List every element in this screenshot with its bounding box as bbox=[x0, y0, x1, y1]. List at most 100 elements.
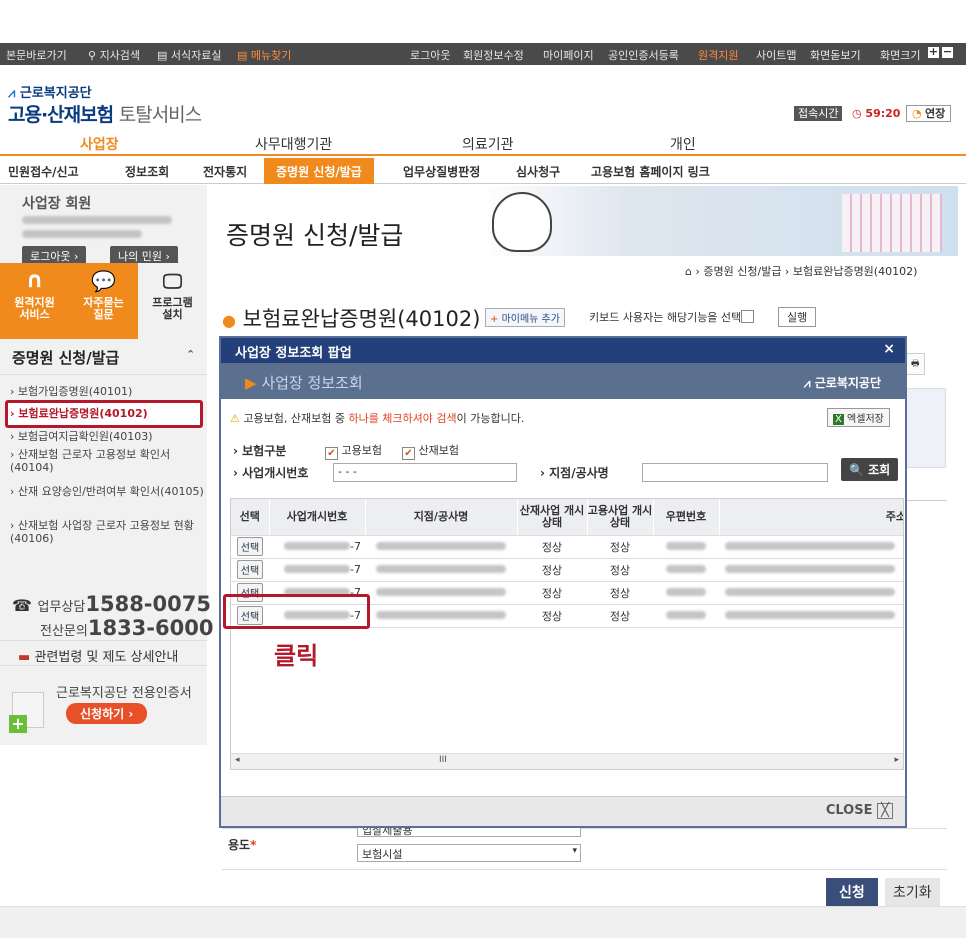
collapse-icon: ⌃ bbox=[186, 348, 196, 361]
col-select: 선택 bbox=[231, 499, 270, 536]
sitemap-link[interactable]: 사이트맵 bbox=[756, 47, 796, 63]
law-link[interactable]: ▬ 관련법령 및 제도 상세안내 bbox=[0, 640, 207, 666]
font-size-label: 화면크기 bbox=[880, 49, 921, 62]
table-row: 선택 -7 정상 정상 bbox=[231, 558, 903, 582]
purpose-label: 용도* bbox=[228, 838, 257, 852]
menu-item-40102[interactable]: › 보험료완납증명원(40102) bbox=[10, 407, 205, 420]
main-nav-agency[interactable]: 사무대행기관 bbox=[255, 134, 332, 154]
purpose-row bbox=[222, 828, 947, 870]
quick-remote-support[interactable]: ∩ 원격지원 서비스 bbox=[0, 263, 69, 339]
subnav-review[interactable]: 심사청구 bbox=[516, 163, 560, 180]
results-grid[interactable]: 선택 사업개시번호 지점/공사명 산재사업 개시상태 고용사업 개시상태 우편번… bbox=[230, 498, 904, 770]
main-nav: 사업장 사무대행기관 의료기관 개인 bbox=[0, 132, 966, 156]
edit-member-link[interactable]: 회원정보수정 bbox=[463, 47, 524, 63]
building-illustration bbox=[842, 194, 942, 252]
search-button[interactable]: 🔍 조회 bbox=[841, 458, 899, 481]
cert-apply-button[interactable]: 신청하기 › bbox=[66, 703, 148, 724]
skip-to-content-link[interactable]: 본문바로가기 bbox=[6, 47, 67, 63]
subnav-disease[interactable]: 업무상질병판정 bbox=[403, 163, 480, 180]
subnav-notice[interactable]: 전자통지 bbox=[203, 163, 247, 180]
reg-no-label: › 사업개시번호 bbox=[233, 466, 309, 480]
quick-faq[interactable]: 💬 자주묻는 질문 bbox=[69, 263, 138, 339]
dropdown-arrow-icon: ▾ bbox=[572, 846, 577, 856]
session-timer: 접속시간 ◷ 59:20 ◔ 연장 bbox=[794, 105, 952, 122]
menu-item-40104[interactable]: › 산재보험 근로자 고용정보 확인서(40104) bbox=[10, 448, 205, 474]
cert-menu-header[interactable]: 증명원 신청/발급 ⌃ bbox=[0, 339, 207, 375]
service-title: 고용·산재보험 토탈서비스 bbox=[8, 104, 202, 126]
branch-input[interactable] bbox=[642, 463, 828, 482]
page-title: ● 보험료완납증명원(40102) bbox=[222, 307, 481, 331]
home-icon: ⌂ bbox=[685, 265, 692, 278]
add-my-menu-button[interactable]: + 마이메뉴 추가 bbox=[485, 308, 565, 327]
col-postal: 우편번호 bbox=[653, 499, 720, 536]
subnav-petition[interactable]: 민원접수/신고 bbox=[8, 163, 79, 180]
extend-session-button[interactable]: ◔ 연장 bbox=[905, 105, 952, 122]
cert-register-link[interactable]: 공인인증서등록 bbox=[608, 47, 679, 63]
keyboard-note: 키보드 사용자는 해당기능을 선택 bbox=[589, 309, 755, 325]
magnifier-link[interactable]: 화면돋보기 bbox=[810, 47, 861, 63]
search-icon: 🔍 bbox=[849, 463, 864, 477]
member-info-redacted bbox=[22, 213, 172, 241]
main-nav-medical[interactable]: 의료기관 bbox=[462, 134, 514, 154]
quick-program[interactable]: 🖵 프로그램 설치 bbox=[138, 263, 207, 339]
keyboard-checkbox[interactable] bbox=[741, 310, 755, 323]
scroll-right-icon[interactable]: ▸ bbox=[894, 755, 899, 765]
character-illustration bbox=[492, 192, 552, 252]
scroll-left-icon[interactable]: ◂ bbox=[235, 755, 240, 765]
org-logo[interactable]: ⩘ 근로복지공단 bbox=[8, 82, 92, 101]
menu-item-40105[interactable]: › 산재 요양승인/반려여부 확인서(40105) bbox=[10, 485, 205, 498]
run-button[interactable]: 실행 bbox=[778, 307, 817, 327]
comwel-logo-icon: ⩘ bbox=[8, 86, 16, 101]
col-address: 주소 bbox=[719, 499, 903, 536]
mypage-link[interactable]: 마이페이지 bbox=[543, 47, 594, 63]
col-reg-no: 사업개시번호 bbox=[269, 499, 366, 536]
popup-title-bar: 사업장 정보조회 팝업 × bbox=[221, 338, 905, 363]
cert-document-icon: + bbox=[9, 692, 44, 733]
subnav-employment-link[interactable]: 고용보험 홈페이지 링크 bbox=[591, 163, 710, 180]
zoom-out-icon[interactable]: − bbox=[942, 46, 953, 58]
background-panel bbox=[906, 388, 946, 468]
popup-close-icon[interactable]: × bbox=[883, 341, 895, 357]
page-banner: 증명원 신청/발급 bbox=[222, 186, 958, 256]
phone-contacts: ☎ 업무상담1588-0075 전산문의1833-6000 bbox=[12, 592, 214, 640]
popup-footer: CLOSE ╳ bbox=[221, 796, 905, 826]
industrial-insurance-checkbox[interactable]: ✔ 산재보험 bbox=[402, 442, 459, 460]
chat-bubble-icon: 💬 bbox=[91, 269, 116, 293]
reset-button[interactable]: 초기화 bbox=[885, 878, 940, 906]
phone-icon: ☎ bbox=[12, 596, 32, 615]
subnav-certificate[interactable]: 증명원 신청/발급 bbox=[264, 158, 374, 184]
menu-find-link[interactable]: ▤ 메뉴찾기 bbox=[237, 47, 291, 63]
purpose-select-2[interactable]: 보험시설 ▾ bbox=[357, 844, 581, 862]
col-branch: 지점/공사명 bbox=[365, 499, 518, 536]
insurance-type-label: › 보험구분 bbox=[233, 444, 287, 458]
branch-search-link[interactable]: ⚲ 지사검색 bbox=[88, 47, 140, 63]
apply-button[interactable]: 신청 bbox=[826, 878, 878, 906]
menu-item-40101[interactable]: › 보험가입증명원(40101) bbox=[10, 385, 205, 398]
remote-support-link[interactable]: 원격지원 bbox=[698, 47, 738, 63]
menu-item-40106[interactable]: › 산재보험 사업장 근로자 고용정보 현황(40106) bbox=[10, 519, 205, 545]
col-goyong-status: 고용사업 개시상태 bbox=[587, 499, 654, 536]
workplace-info-popup: 사업장 정보조회 팝업 × ▶ 사업장 정보조회 ⩘ 근로복지공단 ⚠ 고용보험… bbox=[219, 336, 907, 828]
logout-link[interactable]: 로그아웃 bbox=[410, 47, 450, 63]
zoom-in-icon[interactable]: + bbox=[928, 46, 939, 58]
horizontal-scrollbar[interactable]: ◂ III ▸ bbox=[231, 753, 903, 769]
search-notice: ⚠ 고용보험, 산재보험 중 하나를 체크하셔야 검색이 가능합니다. bbox=[230, 412, 525, 425]
utility-bar: 본문바로가기 ⚲ 지사검색 ▤ 서식자료실 ▤ 메뉴찾기 로그아웃 회원정보수정… bbox=[0, 43, 966, 65]
main-nav-personal[interactable]: 개인 bbox=[670, 134, 696, 154]
popup-header: ▶ 사업장 정보조회 ⩘ 근로복지공단 bbox=[221, 363, 905, 399]
reg-no-input[interactable]: - - - bbox=[333, 463, 517, 482]
subnav-inquiry[interactable]: 정보조회 bbox=[125, 163, 169, 180]
click-highlight-box bbox=[223, 594, 370, 629]
excel-save-button[interactable]: X 엑셀저장 bbox=[827, 408, 890, 427]
menu-item-40103[interactable]: › 보험급여지급확인원(40103) bbox=[10, 430, 205, 443]
popup-close-button[interactable]: CLOSE ╳ bbox=[826, 803, 893, 819]
forms-link[interactable]: ▤ 서식자료실 bbox=[157, 47, 222, 63]
branch-label: › 지점/공사명 bbox=[540, 466, 609, 480]
clock-icon: ◔ bbox=[911, 107, 922, 120]
select-button[interactable]: 선택 bbox=[236, 560, 264, 579]
banner-title: 증명원 신청/발급 bbox=[226, 221, 404, 250]
main-nav-workplace[interactable]: 사업장 bbox=[80, 134, 119, 154]
title-bullet-icon: ● bbox=[222, 311, 236, 330]
employment-insurance-checkbox[interactable]: ✔ 고용보험 bbox=[325, 442, 382, 460]
select-button[interactable]: 선택 bbox=[236, 537, 264, 556]
